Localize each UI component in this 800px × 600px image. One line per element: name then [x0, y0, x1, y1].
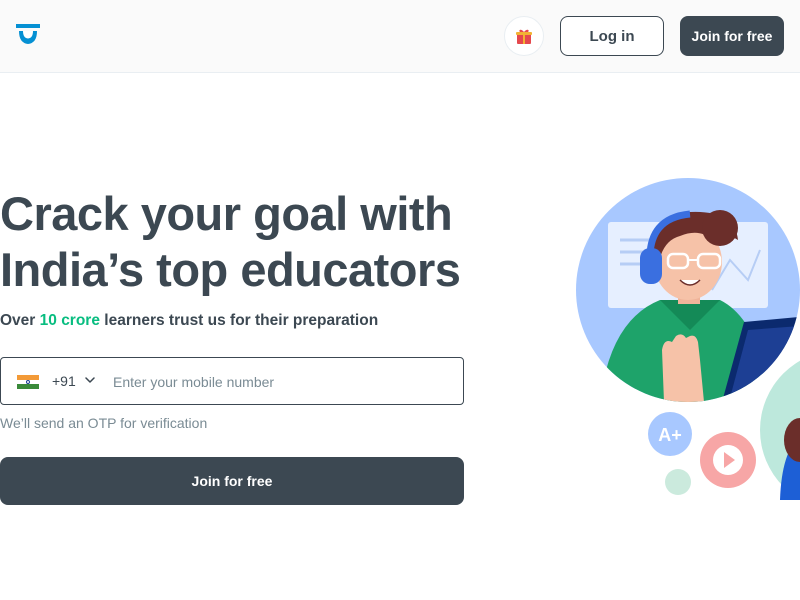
hero-subtitle-suffix: learners trust us for their preparation — [99, 312, 379, 329]
hero-subtitle: Over 10 crore learners trust us for thei… — [0, 312, 378, 330]
unacademy-logo-icon[interactable] — [16, 24, 40, 46]
chevron-down-icon[interactable] — [84, 374, 96, 386]
hero-title-line-1: Crack your goal with — [0, 187, 453, 240]
mobile-number-input[interactable] — [113, 370, 453, 394]
svg-text:A+: A+ — [658, 425, 682, 445]
country-code[interactable]: +91 — [52, 373, 76, 389]
hero-illustration: A+ — [576, 178, 800, 500]
phone-number-field[interactable]: +91 — [0, 357, 464, 405]
hero-subtitle-accent: 10 crore — [39, 312, 100, 329]
otp-note: We’ll send an OTP for verification — [0, 415, 208, 431]
join-for-free-button[interactable]: Join for free — [0, 457, 464, 505]
login-button[interactable]: Log in — [560, 16, 664, 56]
hero-subtitle-prefix: Over — [0, 312, 40, 329]
join-for-free-header-button[interactable]: Join for free — [680, 16, 784, 56]
hero-title-line-2: India’s top educators — [0, 243, 461, 296]
india-flag-icon[interactable] — [17, 375, 39, 389]
gift-button[interactable] — [504, 16, 544, 56]
top-header: Log in Join for free — [0, 0, 800, 73]
gift-icon — [516, 29, 532, 44]
hero-title: Crack your goal with India’s top educato… — [0, 186, 520, 298]
